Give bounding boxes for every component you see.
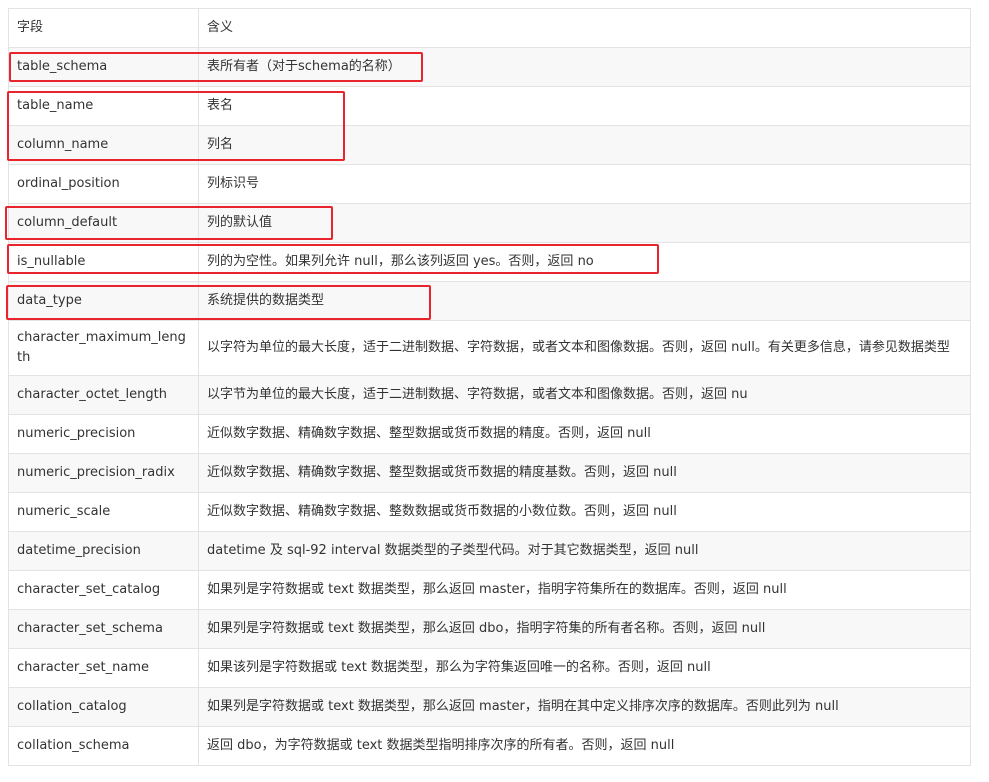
table-row: character_octet_length 以字节为单位的最大长度，适于二进制… <box>8 375 971 415</box>
field-cell: numeric_precision_radix <box>8 453 199 493</box>
table-row: column_name 列名 <box>8 125 971 165</box>
schema-columns-table: 字段 含义 table_schema 表所有者（对于schema的名称） tab… <box>8 8 971 766</box>
meaning-cell: 近似数字数据、精确数字数据、整型数据或货币数据的精度。否则，返回 null <box>198 414 971 454</box>
meaning-cell: 如果列是字符数据或 text 数据类型，那么返回 master，指明在其中定义排… <box>198 687 971 727</box>
field-cell: table_schema <box>8 47 199 87</box>
meaning-cell: 以字节为单位的最大长度，适于二进制数据、字符数据，或者文本和图像数据。否则，返回… <box>198 375 971 415</box>
field-cell: numeric_scale <box>8 492 199 532</box>
field-cell: character_set_schema <box>8 609 199 649</box>
header-field: 字段 <box>8 8 199 48</box>
table-header-row: 字段 含义 <box>8 8 971 48</box>
field-cell: datetime_precision <box>8 531 199 571</box>
field-cell: data_type <box>8 281 199 321</box>
field-cell: character_set_name <box>8 648 199 688</box>
field-cell: character_octet_length <box>8 375 199 415</box>
schema-columns-table-container: 字段 含义 table_schema 表所有者（对于schema的名称） tab… <box>8 8 971 766</box>
field-cell: column_name <box>8 125 199 165</box>
meaning-cell: 列标识号 <box>198 164 971 204</box>
meaning-cell: 列名 <box>198 125 971 165</box>
table-row: numeric_scale 近似数字数据、精确数字数据、整数数据或货币数据的小数… <box>8 492 971 532</box>
table-row: character_set_catalog 如果列是字符数据或 text 数据类… <box>8 570 971 610</box>
field-cell: character_set_catalog <box>8 570 199 610</box>
field-cell: is_nullable <box>8 242 199 282</box>
table-row: datetime_precision datetime 及 sql-92 int… <box>8 531 971 571</box>
table-row: character_maximum_length 以字符为单位的最大长度，适于二… <box>8 320 971 376</box>
field-cell: numeric_precision <box>8 414 199 454</box>
table-row: numeric_precision 近似数字数据、精确数字数据、整型数据或货币数… <box>8 414 971 454</box>
table-row: character_set_name 如果该列是字符数据或 text 数据类型，… <box>8 648 971 688</box>
meaning-cell: 系统提供的数据类型 <box>198 281 971 321</box>
meaning-cell: 近似数字数据、精确数字数据、整数数据或货币数据的小数位数。否则，返回 null <box>198 492 971 532</box>
meaning-cell: 以字符为单位的最大长度，适于二进制数据、字符数据，或者文本和图像数据。否则，返回… <box>198 320 971 376</box>
table-row: numeric_precision_radix 近似数字数据、精确数字数据、整型… <box>8 453 971 493</box>
field-cell: collation_catalog <box>8 687 199 727</box>
table-row: column_default 列的默认值 <box>8 203 971 243</box>
meaning-cell: 近似数字数据、精确数字数据、整型数据或货币数据的精度基数。否则，返回 null <box>198 453 971 493</box>
field-cell: ordinal_position <box>8 164 199 204</box>
meaning-cell: 表所有者（对于schema的名称） <box>198 47 971 87</box>
table-row: data_type 系统提供的数据类型 <box>8 281 971 321</box>
meaning-cell: 返回 dbo，为字符数据或 text 数据类型指明排序次序的所有者。否则，返回 … <box>198 726 971 766</box>
meaning-cell: datetime 及 sql-92 interval 数据类型的子类型代码。对于… <box>198 531 971 571</box>
field-cell: column_default <box>8 203 199 243</box>
table-row: collation_catalog 如果列是字符数据或 text 数据类型，那么… <box>8 687 971 727</box>
meaning-cell: 如果列是字符数据或 text 数据类型，那么返回 master，指明字符集所在的… <box>198 570 971 610</box>
header-meaning: 含义 <box>198 8 971 48</box>
meaning-cell: 列的为空性。如果列允许 null，那么该列返回 yes。否则，返回 no <box>198 242 971 282</box>
meaning-cell: 如果该列是字符数据或 text 数据类型，那么为字符集返回唯一的名称。否则，返回… <box>198 648 971 688</box>
table-row: is_nullable 列的为空性。如果列允许 null，那么该列返回 yes。… <box>8 242 971 282</box>
meaning-cell: 表名 <box>198 86 971 126</box>
table-row: ordinal_position 列标识号 <box>8 164 971 204</box>
field-cell: table_name <box>8 86 199 126</box>
table-row: collation_schema 返回 dbo，为字符数据或 text 数据类型… <box>8 726 971 766</box>
table-row: character_set_schema 如果列是字符数据或 text 数据类型… <box>8 609 971 649</box>
table-row: table_name 表名 <box>8 86 971 126</box>
field-cell: character_maximum_length <box>8 320 199 376</box>
meaning-cell: 列的默认值 <box>198 203 971 243</box>
field-cell: collation_schema <box>8 726 199 766</box>
table-row: table_schema 表所有者（对于schema的名称） <box>8 47 971 87</box>
meaning-cell: 如果列是字符数据或 text 数据类型，那么返回 dbo，指明字符集的所有者名称… <box>198 609 971 649</box>
